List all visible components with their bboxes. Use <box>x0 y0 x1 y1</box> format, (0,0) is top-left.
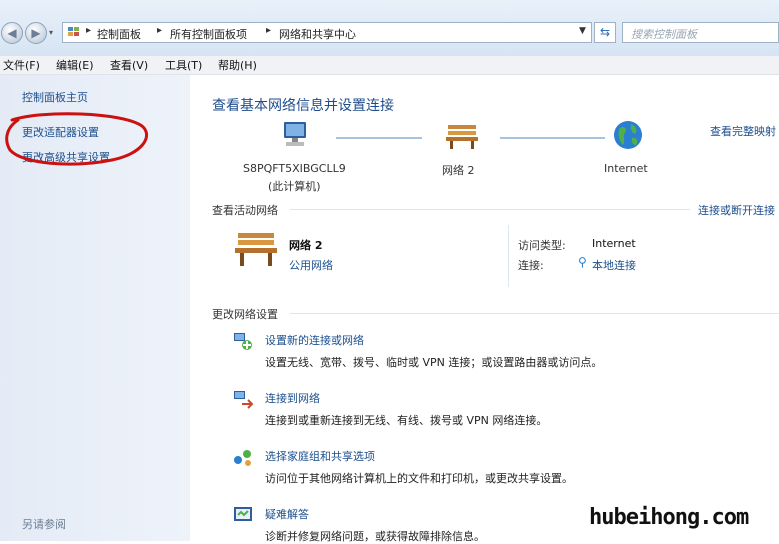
internet-globe-icon <box>614 121 642 149</box>
section-divider <box>290 209 690 210</box>
map-network-name: 网络 2 <box>442 164 475 177</box>
menu-bar: 文件(F) 编辑(E) 查看(V) 工具(T) 帮助(H) <box>0 56 779 75</box>
new-connection-icon <box>234 333 252 350</box>
access-type-label: 访问类型: <box>518 239 566 252</box>
see-also-heading: 另请参阅 <box>22 518 66 531</box>
view-full-map-link[interactable]: 查看完整映射 <box>710 123 776 139</box>
breadcrumb-separator: ▸ <box>266 25 272 36</box>
map-computer-name: S8PQFT5XIBGCLL9 <box>243 162 346 175</box>
task-troubleshoot-desc: 诊断并修复网络问题，或获得故障排除信息。 <box>265 530 485 543</box>
troubleshoot-icon <box>234 507 252 521</box>
task-new-connection-desc: 设置无线、宽带、拨号、临时或 VPN 连接；或设置路由器或访问点。 <box>265 356 603 369</box>
highlight-circle <box>5 112 149 166</box>
map-computer-sub: (此计算机) <box>268 180 321 193</box>
active-network-name: 网络 2 <box>289 239 323 252</box>
back-button[interactable]: ◀ <box>1 22 23 44</box>
section-divider <box>290 313 779 314</box>
network-adapter-icon: ⚲ <box>578 255 587 269</box>
connections-label: 连接: <box>518 259 544 272</box>
forward-button[interactable]: ▶ <box>25 22 47 44</box>
access-type-value: Internet <box>592 237 636 250</box>
refresh-button[interactable]: ⇆ <box>594 22 616 43</box>
task-connect-network-desc: 连接到或重新连接到无线、有线、拨号或 VPN 网络连接。 <box>265 414 548 427</box>
task-homegroup-sharing-link[interactable]: 选择家庭组和共享选项 <box>265 448 375 464</box>
breadcrumb-separator: ▸ <box>86 25 92 36</box>
network-bench-large-icon <box>235 233 277 266</box>
search-input[interactable]: 搜索控制面板 <box>622 22 779 43</box>
control-panel-icon <box>68 27 79 36</box>
task-homegroup-sharing-desc: 访问位于其他网络计算机上的文件和打印机，或更改共享设置。 <box>265 472 573 485</box>
menu-edit[interactable]: 编辑(E) <box>56 57 94 73</box>
connect-disconnect-link[interactable]: 连接或断开连接 <box>698 202 775 218</box>
address-bar-area: ◀ ▶ ▾ ▸ 控制面板 ▸ 所有控制面板项 ▸ 网络和共享中心 ▼ ⇆ 搜索控… <box>0 0 779 56</box>
homegroup-sharing-icon <box>234 450 251 466</box>
menu-view[interactable]: 查看(V) <box>110 57 148 73</box>
connect-network-icon <box>234 391 254 409</box>
local-connection-link[interactable]: 本地连接 <box>592 257 636 273</box>
menu-file[interactable]: 文件(F) <box>3 57 40 73</box>
address-box[interactable]: ▸ 控制面板 ▸ 所有控制面板项 ▸ 网络和共享中心 ▼ <box>62 22 592 43</box>
computer-icon <box>284 122 306 146</box>
menu-help[interactable]: 帮助(H) <box>218 57 257 73</box>
breadcrumb-separator: ▸ <box>157 25 163 36</box>
page-title: 查看基本网络信息并设置连接 <box>212 98 394 114</box>
task-troubleshoot-link[interactable]: 疑难解答 <box>265 506 309 522</box>
main-content: 查看基本网络信息并设置连接 查看完整映射 S8PQFT5XIBGCLL9 (此计… <box>190 75 779 543</box>
watermark-text: hubeihong.com <box>589 505 749 530</box>
sidebar-item-control-panel-home[interactable]: 控制面板主页 <box>22 89 88 105</box>
network-bench-icon <box>446 125 478 149</box>
task-new-connection-link[interactable]: 设置新的连接或网络 <box>265 332 364 348</box>
map-connection-line <box>336 137 422 139</box>
address-dropdown-icon[interactable]: ▼ <box>579 26 586 36</box>
active-networks-heading: 查看活动网络 <box>212 204 278 217</box>
network-type-link[interactable]: 公用网络 <box>289 257 333 273</box>
map-connection-line <box>500 137 605 139</box>
breadcrumb-all-items[interactable]: 所有控制面板项 <box>170 26 247 42</box>
change-settings-heading: 更改网络设置 <box>212 308 278 321</box>
map-internet-label: Internet <box>604 162 648 175</box>
recent-pages-icon[interactable]: ▾ <box>49 28 53 37</box>
vertical-divider <box>508 225 509 287</box>
task-connect-network-link[interactable]: 连接到网络 <box>265 390 320 406</box>
menu-tools[interactable]: 工具(T) <box>165 57 202 73</box>
breadcrumb-control-panel[interactable]: 控制面板 <box>97 26 141 42</box>
breadcrumb-network-center[interactable]: 网络和共享中心 <box>279 26 356 42</box>
